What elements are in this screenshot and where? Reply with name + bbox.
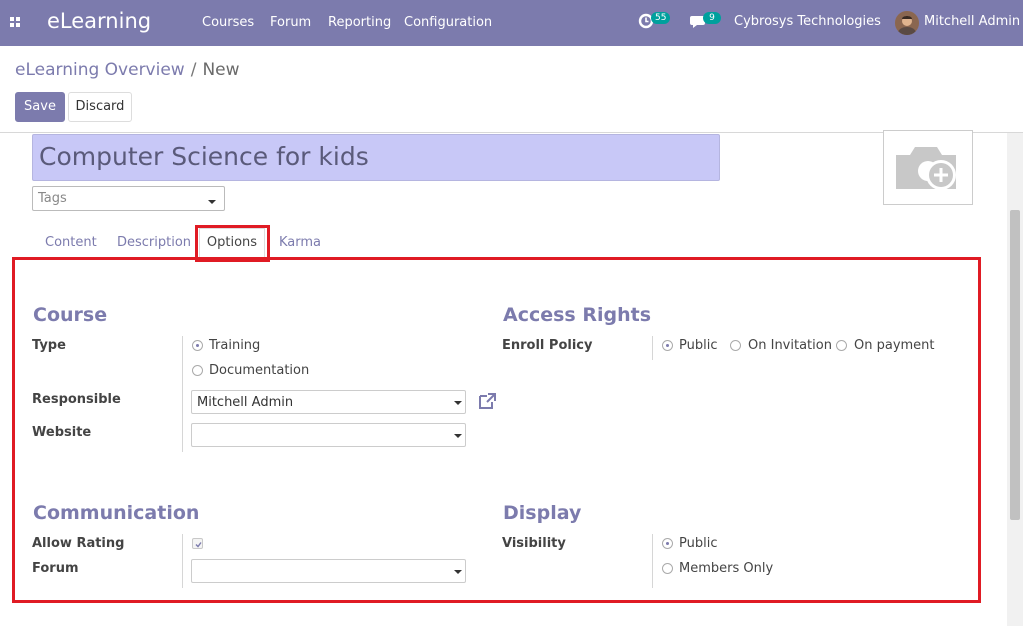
forum-select[interactable] (191, 559, 466, 583)
menu-reporting[interactable]: Reporting (328, 15, 391, 30)
top-navbar: eLearning Courses Forum Reporting Config… (0, 0, 1023, 46)
checkmark-icon (195, 542, 202, 548)
messages-badge: 9 (703, 12, 721, 24)
enroll-invitation-label[interactable]: On Invitation (748, 338, 832, 353)
communication-heading: Communication (33, 502, 200, 524)
display-divider (652, 534, 653, 588)
breadcrumb: eLearning Overview / New (15, 60, 240, 80)
visibility-public-label[interactable]: Public (679, 536, 717, 551)
forum-label: Forum (32, 561, 79, 576)
tab-karma[interactable]: Karma (279, 235, 321, 250)
visibility-label: Visibility (502, 536, 566, 551)
type-documentation-radio[interactable] (192, 365, 203, 376)
camera-plus-icon (896, 147, 956, 190)
responsible-select[interactable]: Mitchell Admin (191, 390, 466, 414)
user-avatar[interactable] (895, 11, 919, 35)
app-name: eLearning (47, 9, 152, 33)
user-name[interactable]: Mitchell Admin (924, 14, 1020, 29)
tags-dropdown-icon[interactable] (208, 200, 216, 204)
breadcrumb-separator: / (190, 60, 197, 80)
course-divider (182, 336, 183, 452)
tab-content[interactable]: Content (45, 235, 97, 250)
enroll-payment-label[interactable]: On payment (854, 338, 935, 353)
responsible-dropdown-icon[interactable] (454, 401, 462, 405)
enroll-payment-radio[interactable] (836, 340, 847, 351)
save-button[interactable]: Save (15, 92, 65, 122)
options-panel-highlight (12, 257, 981, 603)
visibility-public-radio[interactable] (662, 538, 673, 549)
type-label: Type (32, 338, 66, 353)
allow-rating-label: Allow Rating (32, 536, 125, 551)
tab-description[interactable]: Description (117, 235, 191, 250)
menu-courses[interactable]: Courses (202, 15, 254, 30)
forum-dropdown-icon[interactable] (454, 570, 462, 574)
website-select[interactable] (191, 423, 466, 447)
type-training-label[interactable]: Training (209, 338, 260, 353)
enroll-public-label[interactable]: Public (679, 338, 717, 353)
access-divider (652, 336, 653, 360)
control-panel-divider (0, 132, 1023, 133)
company-switcher[interactable]: Cybrosys Technologies (734, 14, 881, 29)
visibility-members-radio[interactable] (662, 563, 673, 574)
apps-menu-icon[interactable] (10, 17, 21, 28)
breadcrumb-parent[interactable]: eLearning Overview (15, 60, 185, 80)
activity-badge: 55 (651, 12, 671, 24)
enroll-policy-label: Enroll Policy (502, 338, 593, 353)
external-link-icon[interactable] (477, 392, 497, 414)
website-label: Website (32, 425, 92, 440)
course-title-input[interactable]: Computer Science for kids (32, 134, 720, 181)
tab-options[interactable]: Options (199, 228, 265, 258)
access-rights-heading: Access Rights (503, 304, 652, 326)
menu-configuration[interactable]: Configuration (404, 15, 492, 30)
visibility-members-label[interactable]: Members Only (679, 561, 773, 576)
course-heading: Course (33, 304, 108, 326)
allow-rating-checkbox[interactable] (192, 538, 203, 549)
discard-button[interactable]: Discard (68, 92, 132, 122)
type-training-radio[interactable] (192, 340, 203, 351)
course-image-upload[interactable] (883, 130, 973, 205)
menu-forum[interactable]: Forum (270, 15, 311, 30)
scrollbar-thumb[interactable] (1010, 210, 1020, 520)
enroll-public-radio[interactable] (662, 340, 673, 351)
tags-field[interactable]: Tags (32, 186, 225, 211)
breadcrumb-current: New (202, 60, 240, 80)
website-dropdown-icon[interactable] (454, 434, 462, 438)
enroll-invitation-radio[interactable] (730, 340, 741, 351)
responsible-label: Responsible (32, 392, 121, 407)
display-heading: Display (503, 502, 582, 524)
type-documentation-label[interactable]: Documentation (209, 363, 309, 378)
communication-divider (182, 534, 183, 588)
